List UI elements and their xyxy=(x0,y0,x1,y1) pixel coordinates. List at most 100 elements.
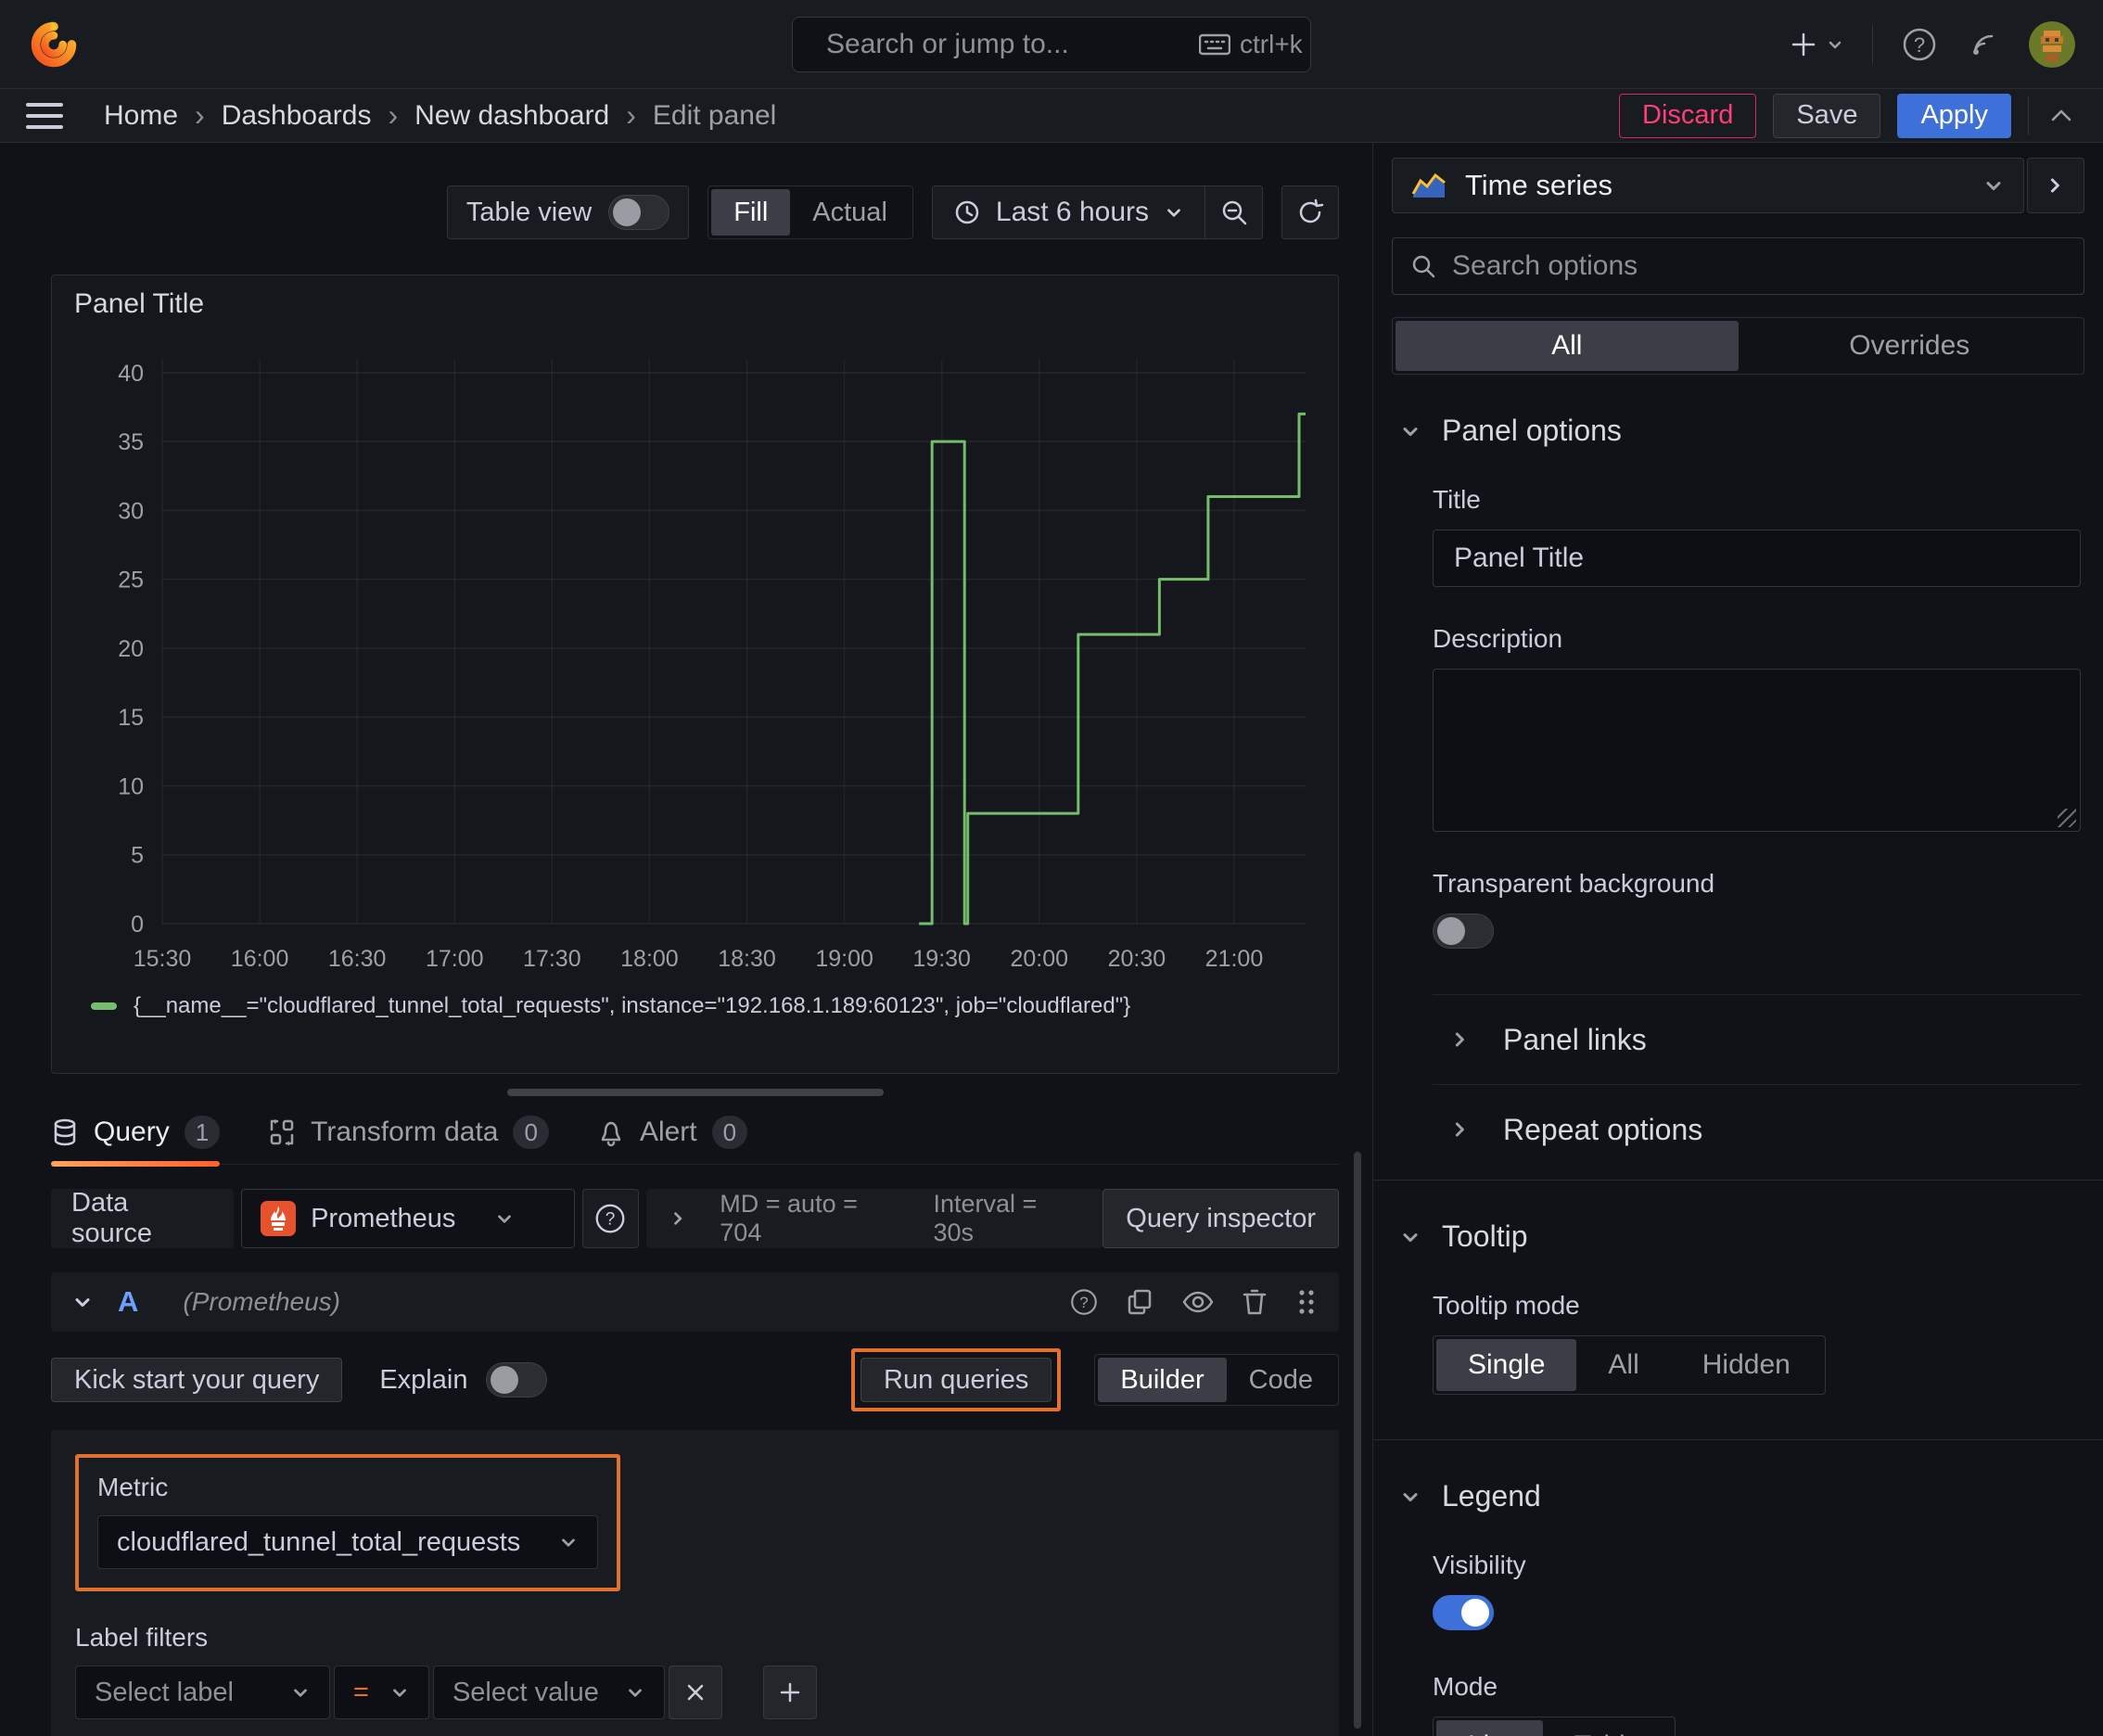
pane-resize-handle[interactable] xyxy=(506,1089,884,1096)
query-options-summary[interactable]: MD = auto = 704 Interval = 30s xyxy=(645,1189,1103,1248)
expand-viz-list-button[interactable] xyxy=(2027,158,2084,213)
query-help-icon[interactable]: ? xyxy=(1068,1286,1100,1318)
legend-table-option[interactable]: Table xyxy=(1543,1720,1673,1736)
query-editor-body: Metric cloudflared_tunnel_total_requests… xyxy=(51,1430,1339,1736)
datasource-help-button[interactable]: ? xyxy=(582,1189,639,1248)
query-actions-row: Kick start your query Explain Run querie… xyxy=(51,1348,1339,1411)
tooltip-single-option[interactable]: Single xyxy=(1436,1339,1577,1391)
breadcrumb-item[interactable]: New dashboard xyxy=(414,100,609,132)
options-search-input[interactable] xyxy=(1452,250,2067,282)
query-datasource-hint: (Prometheus) xyxy=(183,1287,341,1316)
breadcrumb-item: Edit panel xyxy=(652,99,777,131)
tab-overrides[interactable]: Overrides xyxy=(1739,321,2082,371)
refresh-button[interactable] xyxy=(1281,185,1339,239)
chevron-down-icon xyxy=(393,1689,406,1697)
breadcrumb-item[interactable]: Home xyxy=(104,100,178,132)
tooltip-section-header[interactable]: Tooltip xyxy=(1373,1219,2103,1254)
tooltip-all-option[interactable]: All xyxy=(1576,1339,1670,1391)
search-shortcut: ctrl+k xyxy=(1199,30,1303,59)
repeat-options-section[interactable]: Repeat options xyxy=(1373,1085,2103,1174)
tab-all[interactable]: All xyxy=(1396,321,1739,371)
chevron-down-icon xyxy=(294,1689,307,1697)
x-axis-tick: 17:30 xyxy=(523,946,581,972)
options-scope-tabs: All Overrides xyxy=(1392,317,2084,375)
apply-button[interactable]: Apply xyxy=(1897,93,2011,138)
plus-icon xyxy=(1791,32,1816,56)
legend-section-header[interactable]: Legend xyxy=(1373,1479,2103,1513)
actual-option[interactable]: Actual xyxy=(790,189,910,236)
tab-count-badge: 0 xyxy=(711,1116,748,1149)
duplicate-query-icon[interactable] xyxy=(1126,1287,1155,1317)
grafana-logo-icon[interactable] xyxy=(28,19,80,70)
delete-query-icon[interactable] xyxy=(1241,1287,1268,1317)
add-button[interactable] xyxy=(1789,30,1844,59)
x-axis-tick: 16:30 xyxy=(328,946,387,972)
chevron-right-icon xyxy=(2050,178,2059,193)
select-label-dropdown[interactable]: Select label xyxy=(75,1666,330,1719)
operator-dropdown[interactable]: = xyxy=(334,1666,429,1719)
legend-item[interactable]: {__name__="cloudflared_tunnel_total_requ… xyxy=(74,993,1316,1019)
tooltip-hidden-option[interactable]: Hidden xyxy=(1671,1339,1822,1391)
query-row-header[interactable]: A (Prometheus) ? xyxy=(51,1272,1339,1332)
menu-toggle-button[interactable] xyxy=(26,102,63,129)
description-textarea[interactable] xyxy=(1433,669,2081,832)
news-button[interactable] xyxy=(1966,27,2001,62)
run-queries-button[interactable]: Run queries xyxy=(860,1358,1052,1402)
help-button[interactable]: ? xyxy=(1901,26,1938,63)
x-axis-tick: 19:00 xyxy=(815,946,873,972)
breadcrumb-separator: › xyxy=(626,98,636,132)
remove-filter-button[interactable] xyxy=(668,1666,722,1719)
divider xyxy=(1373,1439,2103,1440)
panel-links-section[interactable]: Panel links xyxy=(1373,995,2103,1084)
search-input[interactable] xyxy=(826,29,1184,60)
kick-start-button[interactable]: Kick start your query xyxy=(51,1358,343,1402)
options-search[interactable] xyxy=(1392,237,2084,295)
time-range-picker[interactable]: Last 6 hours xyxy=(933,197,1204,228)
visualization-picker[interactable]: Time series xyxy=(1392,158,2024,213)
x-axis-tick: 20:00 xyxy=(1010,946,1068,972)
y-axis-tick: 15 xyxy=(118,705,144,731)
tab-query[interactable]: Query 1 xyxy=(51,1116,221,1167)
operator-value: = xyxy=(353,1677,369,1707)
discard-button[interactable]: Discard xyxy=(1619,93,1757,138)
code-option[interactable]: Code xyxy=(1227,1358,1335,1402)
active-tab-underline xyxy=(51,1161,221,1167)
tab-label: Query xyxy=(94,1117,170,1147)
breadcrumb-item[interactable]: Dashboards xyxy=(222,100,372,132)
title-label: Title xyxy=(1433,485,1481,514)
table-view-toggle[interactable] xyxy=(608,195,670,230)
add-filter-button[interactable] xyxy=(762,1666,817,1719)
save-button[interactable]: Save xyxy=(1773,93,1881,138)
panel-title-input[interactable] xyxy=(1433,530,2081,587)
edit-pane: Table view Fill Actual Last 6 hours Pane… xyxy=(0,143,1372,1736)
legend-list-option[interactable]: List xyxy=(1436,1720,1543,1736)
tab-transform-data[interactable]: Transform data 0 xyxy=(268,1116,549,1164)
collapse-header-button[interactable] xyxy=(2046,100,2077,132)
select-value-dropdown[interactable]: Select value xyxy=(432,1666,665,1719)
explain-toggle[interactable] xyxy=(486,1362,548,1398)
fill-actual-switch: Fill Actual xyxy=(707,185,913,239)
legend-mode-switch: List Table xyxy=(1433,1717,1676,1736)
user-avatar[interactable] xyxy=(2029,20,2075,68)
x-axis-tick: 15:30 xyxy=(134,946,192,972)
panel-options-header[interactable]: Panel options xyxy=(1373,414,2103,448)
tab-alert[interactable]: Alert 0 xyxy=(597,1116,748,1164)
drag-handle-icon[interactable] xyxy=(1294,1286,1319,1318)
metric-select[interactable]: cloudflared_tunnel_total_requests xyxy=(97,1515,598,1569)
timeseries-chart[interactable]: 0 5 10 15 20 25 30 35 40 15:30 16:00 16:30 17:00 17:3… xyxy=(74,344,1317,984)
transparent-background-toggle[interactable] xyxy=(1433,913,1494,949)
zoom-out-button[interactable] xyxy=(1204,186,1262,238)
resize-handle-icon[interactable] xyxy=(2058,809,2076,827)
x-axis-tick: 17:00 xyxy=(426,946,484,972)
svg-text:?: ? xyxy=(1079,1294,1088,1311)
scrollbar[interactable] xyxy=(1354,1152,1361,1729)
select-label-placeholder: Select label xyxy=(95,1677,234,1707)
builder-option[interactable]: Builder xyxy=(1098,1358,1227,1402)
global-search[interactable]: ctrl+k xyxy=(792,17,1311,72)
hide-query-icon[interactable] xyxy=(1181,1287,1215,1317)
query-inspector-button[interactable]: Query inspector xyxy=(1102,1189,1339,1248)
legend-visibility-toggle[interactable] xyxy=(1433,1595,1494,1630)
fill-option[interactable]: Fill xyxy=(711,189,791,236)
datasource-picker[interactable]: Prometheus xyxy=(241,1189,576,1248)
visualization-name: Time series xyxy=(1465,169,1613,201)
